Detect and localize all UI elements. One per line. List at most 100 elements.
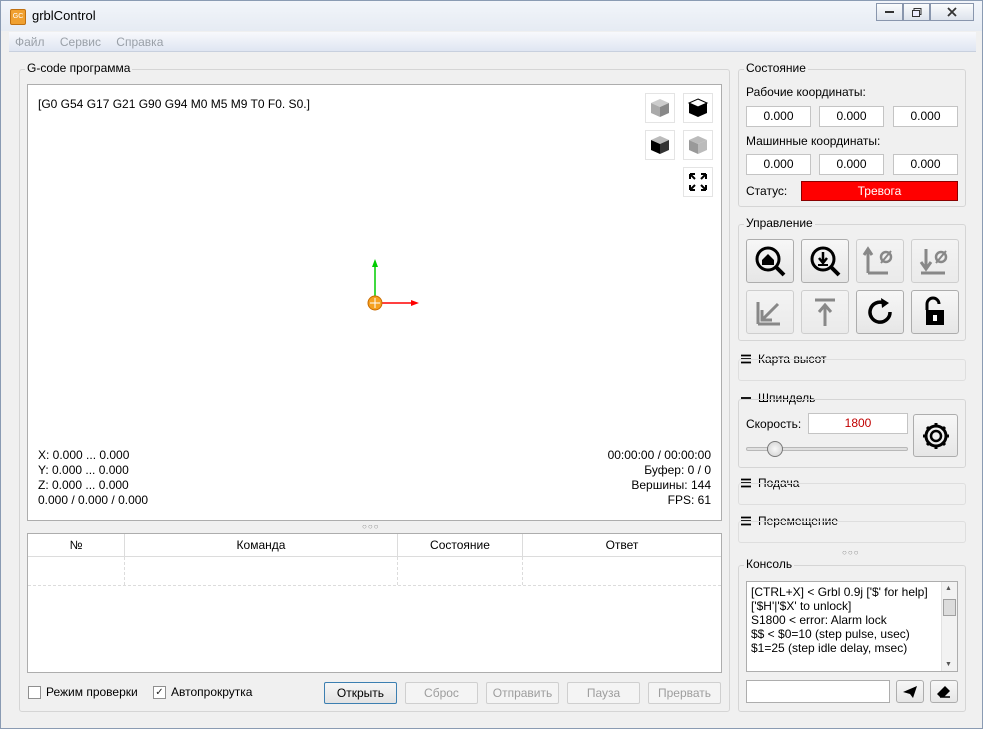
view-front-button[interactable] xyxy=(645,130,675,160)
bounds-info: X: 0.000 ... 0.000 Y: 0.000 ... 0.000 Z:… xyxy=(38,448,148,508)
cube-iso-icon xyxy=(651,99,669,117)
pause-button[interactable]: Пауза xyxy=(567,682,640,704)
checkbox-box xyxy=(28,685,41,699)
status-label: Статус: xyxy=(746,184,788,198)
jog-panel xyxy=(738,521,966,543)
machine-coords-label: Машинные координаты: xyxy=(746,134,881,148)
eraser-icon xyxy=(937,685,950,698)
autoscroll-checkbox[interactable]: ✓ Автопрокрутка xyxy=(153,685,252,699)
reset-button[interactable]: Сброс xyxy=(405,682,478,704)
scroll-up-icon[interactable]: ▲ xyxy=(945,585,952,592)
send-command-button[interactable] xyxy=(896,680,924,703)
spindle-speed-field[interactable]: 1800 xyxy=(808,413,908,434)
abort-button[interactable]: Прервать xyxy=(648,682,721,704)
gcode-3d-view[interactable]: [G0 G54 G17 G21 G90 G94 M0 M5 M9 T0 F0. … xyxy=(27,84,722,521)
clear-console-button[interactable] xyxy=(930,680,958,703)
fps-stat: FPS: 61 xyxy=(667,493,711,507)
view-left-button[interactable] xyxy=(683,130,713,160)
app-icon: GC xyxy=(10,9,26,25)
menu-bar: Файл Сервис Справка xyxy=(9,32,976,52)
console-group-title: Консоль xyxy=(744,557,795,571)
zero-z-icon xyxy=(919,249,948,275)
render-stats: 00:00:00 / 00:00:00 Буфер: 0 / 0 Вершины… xyxy=(608,448,711,508)
menu-file[interactable]: Файл xyxy=(9,32,51,52)
view-isometric-button[interactable] xyxy=(645,93,675,123)
console-output[interactable]: [CTRL+X] < Grbl 0.9j ['$' for help] ['$H… xyxy=(746,581,958,672)
window-title: grblControl xyxy=(32,8,96,23)
machine-y-field: 0.000 xyxy=(819,154,884,175)
fit-view-button[interactable] xyxy=(683,167,713,197)
title-bar: GC grblControl xyxy=(1,1,982,31)
zero-xy-button[interactable] xyxy=(856,239,904,283)
splitter-handle[interactable]: ○○○ xyxy=(362,522,380,531)
zero-z-button[interactable] xyxy=(911,239,959,283)
console-text: [CTRL+X] < Grbl 0.9j ['$' for help] ['$H… xyxy=(751,585,928,655)
return-xy-icon xyxy=(756,302,780,326)
buffer-stat: Буфер: 0 / 0 xyxy=(644,463,711,477)
spindle-gear-icon xyxy=(922,422,949,449)
reset-grbl-button[interactable] xyxy=(856,290,904,334)
z-probe-button[interactable] xyxy=(801,239,849,283)
scroll-thumb[interactable] xyxy=(943,599,956,616)
bounds-y: Y: 0.000 ... 0.000 xyxy=(38,463,129,477)
gcode-state-line: [G0 G54 G17 G21 G90 G94 M0 M5 M9 T0 F0. … xyxy=(38,97,310,111)
bounds-z: Z: 0.000 ... 0.000 xyxy=(38,478,129,492)
scroll-down-icon[interactable]: ▼ xyxy=(945,661,952,668)
check-mode-label: Режим проверки xyxy=(46,685,138,699)
home-magnifier-icon xyxy=(755,246,786,277)
home-button[interactable] xyxy=(746,239,794,283)
main-window: GC grblControl Файл Сервис Справка G-cod… xyxy=(0,0,983,729)
open-button[interactable]: Открыть xyxy=(324,682,397,704)
unlock-icon xyxy=(925,296,944,325)
view-top-button[interactable] xyxy=(683,93,713,123)
maximize-button[interactable] xyxy=(903,3,930,21)
feed-panel xyxy=(738,483,966,505)
program-table[interactable]: № Команда Состояние Ответ xyxy=(27,533,722,673)
table-header: № Команда Состояние Ответ xyxy=(28,534,721,557)
return-xy-button[interactable] xyxy=(746,290,794,334)
work-coords-label: Рабочие координаты: xyxy=(746,85,866,99)
machine-x-field: 0.000 xyxy=(746,154,811,175)
origin-axes-icon xyxy=(367,259,419,311)
console-scrollbar[interactable]: ▲ ▼ xyxy=(941,582,957,671)
safe-z-icon xyxy=(815,298,835,326)
paper-plane-icon xyxy=(903,685,917,698)
spindle-speed-label: Скорость: xyxy=(746,417,802,431)
column-state[interactable]: Состояние xyxy=(398,534,523,556)
status-badge: Тревога xyxy=(801,181,958,201)
control-group-title: Управление xyxy=(744,216,815,230)
menu-help[interactable]: Справка xyxy=(110,32,169,52)
safe-z-button[interactable] xyxy=(801,290,849,334)
work-y-field: 0.000 xyxy=(819,106,884,127)
state-group-title: Состояние xyxy=(744,61,808,75)
bounds-size: 0.000 / 0.000 / 0.000 xyxy=(38,493,149,507)
table-row[interactable] xyxy=(28,557,721,586)
refresh-icon xyxy=(868,298,892,324)
checkmark-icon: ✓ xyxy=(153,685,166,699)
close-button[interactable] xyxy=(930,3,974,21)
unlock-button[interactable] xyxy=(911,290,959,334)
minimize-icon xyxy=(884,11,894,13)
bounds-x: X: 0.000 ... 0.000 xyxy=(38,448,130,462)
spindle-toggle-button[interactable] xyxy=(913,414,958,457)
autoscroll-label: Автопрокрутка xyxy=(171,685,253,699)
column-number[interactable]: № xyxy=(28,534,125,556)
right-splitter-handle[interactable]: ○○○ xyxy=(842,548,860,557)
cube-front-icon xyxy=(651,136,669,154)
heightmap-panel xyxy=(738,359,966,381)
menu-service[interactable]: Сервис xyxy=(54,32,107,52)
fullscreen-icon xyxy=(689,173,707,191)
column-command[interactable]: Команда xyxy=(125,534,398,556)
column-response[interactable]: Ответ xyxy=(523,534,721,556)
cube-left-icon xyxy=(689,136,707,154)
send-button[interactable]: Отправить xyxy=(486,682,559,704)
minimize-button[interactable] xyxy=(876,3,903,21)
machine-z-field: 0.000 xyxy=(893,154,958,175)
zero-xy-icon xyxy=(862,246,893,275)
restore-icon xyxy=(911,7,921,17)
command-input[interactable] xyxy=(746,680,890,703)
probe-magnifier-icon xyxy=(810,246,841,277)
check-mode-checkbox[interactable]: Режим проверки xyxy=(28,685,138,699)
work-z-field: 0.000 xyxy=(893,106,958,127)
program-group-title: G-code программа xyxy=(25,61,133,75)
